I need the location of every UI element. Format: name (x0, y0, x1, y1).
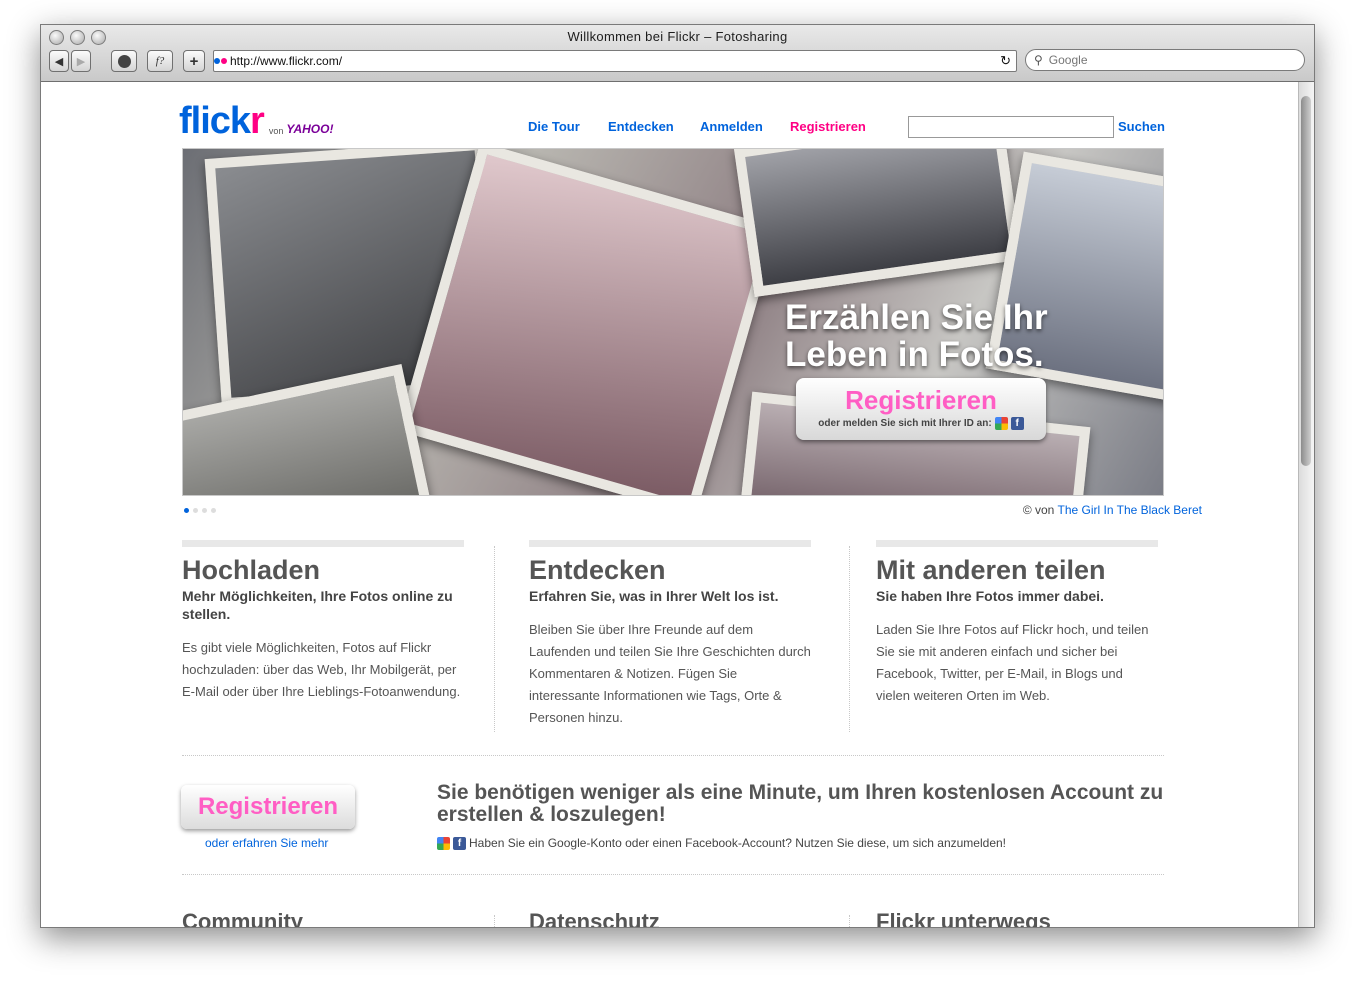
section-community: Community (182, 909, 303, 927)
reload-icon[interactable]: ↻ (1000, 53, 1011, 69)
column-text: Es gibt viele Möglichkeiten, Fotos auf F… (182, 640, 461, 699)
column-divider (849, 915, 850, 927)
nav-explore[interactable]: Entdecken (608, 119, 674, 134)
logo-text-blue: flick (179, 100, 251, 142)
carousel-dot[interactable] (202, 508, 207, 513)
column-title: Entdecken (529, 555, 666, 585)
titlebar: Willkommen bei Flickr – Fotosharing ◀ ▶ … (41, 25, 1314, 82)
feature-upload: Hochladen Mehr Möglichkeiten, Ihre Fotos… (182, 540, 464, 703)
credit-prefix: © von (1022, 503, 1055, 517)
column-title: Mit anderen teilen (876, 555, 1106, 585)
carousel-dot[interactable] (193, 508, 198, 513)
page-content: flick r von YAHOO! Die Tour Entdecken Anm… (41, 82, 1298, 927)
learn-more-link[interactable]: oder erfahren Sie mehr (205, 836, 328, 850)
vertical-scrollbar[interactable] (1298, 82, 1314, 927)
hero-headline: Erzählen Sie Ihr Leben in Fotos. (785, 299, 1048, 373)
photo-credit: © von The Girl In The Black Beret (1023, 503, 1202, 517)
url-field[interactable]: http://www.flickr.com/ ↻ (213, 50, 1017, 72)
url-text: http://www.flickr.com/ (230, 54, 343, 68)
font-icon: f? (155, 55, 165, 67)
back-icon: ◀ (54, 55, 64, 68)
column-divider (849, 546, 850, 732)
column-title: Hochladen (182, 555, 321, 585)
back-button[interactable]: ◀ (49, 50, 69, 72)
hero-banner: Erzählen Sie Ihr Leben in Fotos. Registr… (182, 148, 1164, 496)
forward-icon: ▶ (76, 55, 86, 68)
hero-headline-line2: Leben in Fotos. (785, 335, 1044, 374)
font-button[interactable]: f? (147, 50, 173, 72)
logo-text-pink: r (250, 100, 265, 142)
column-bar (529, 540, 811, 547)
favicon-icon (214, 58, 227, 64)
cta-headline: Sie benötigen weniger als eine Minute, u… (437, 781, 1164, 826)
feature-share: Mit anderen teilen Sie haben Ihre Fotos … (876, 540, 1158, 707)
evernote-button[interactable] (111, 50, 137, 72)
hero-headline-line1: Erzählen Sie Ihr (785, 298, 1048, 337)
forward-button[interactable]: ▶ (71, 50, 91, 72)
nav-tour[interactable]: Die Tour (528, 119, 580, 134)
browser-search-input[interactable] (1046, 52, 1291, 68)
cta-note-text: Haben Sie ein Google-Konto oder einen Fa… (469, 836, 1006, 850)
column-bar (182, 540, 464, 547)
logo-by: von (268, 126, 284, 136)
google-icon[interactable] (994, 417, 1008, 430)
column-divider (494, 915, 495, 927)
column-subtitle: Mehr Möglichkeiten, Ihre Fotos online zu… (182, 588, 453, 622)
feature-explore: Entdecken Erfahren Sie, was in Ihrer Wel… (529, 540, 811, 729)
column-subtitle: Sie haben Ihre Fotos immer dabei. (876, 588, 1104, 604)
column-text: Bleiben Sie über Ihre Freunde auf dem La… (529, 622, 811, 725)
section-divider (182, 755, 1164, 756)
column-subtitle: Erfahren Sie, was in Ihrer Welt los ist. (529, 588, 779, 604)
carousel-dot[interactable] (211, 508, 216, 513)
add-bookmark-button[interactable]: + (183, 50, 205, 72)
nav-sign-in[interactable]: Anmelden (700, 119, 763, 134)
section-divider (182, 874, 1164, 875)
facebook-icon[interactable]: f (453, 836, 466, 850)
hero-signin-text: oder melden Sie sich mit Ihrer ID an: (818, 418, 992, 429)
site-search-input[interactable] (908, 116, 1114, 138)
window-title: Willkommen bei Flickr – Fotosharing (567, 29, 788, 44)
cta-note: f Haben Sie ein Google-Konto oder einen … (437, 836, 1006, 850)
yahoo-logo: YAHOO! (286, 122, 334, 136)
section-mobile: Flickr unterwegs (876, 909, 1051, 927)
hero-register-button[interactable]: Registrieren oder melden Sie sich mit Ih… (796, 378, 1046, 440)
section-privacy: Datenschutz (529, 909, 660, 927)
hero-photo (733, 149, 1023, 298)
elephant-icon (117, 54, 131, 68)
browser-search[interactable]: ⚲ (1025, 49, 1305, 71)
scrollbar-thumb[interactable] (1301, 96, 1311, 466)
facebook-icon[interactable]: f (1010, 417, 1024, 430)
hero-signin-line: oder melden Sie sich mit Ihrer ID an: f (796, 417, 1046, 430)
carousel-dot[interactable] (184, 508, 189, 513)
flickr-logo[interactable]: flick r von YAHOO! (179, 100, 334, 142)
nav-sign-up[interactable]: Registrieren (790, 119, 866, 134)
column-text: Laden Sie Ihre Fotos auf Flickr hoch, un… (876, 622, 1149, 703)
plus-icon: + (189, 52, 199, 70)
magnifier-icon: ⚲ (1034, 53, 1043, 67)
carousel-dots (184, 508, 216, 513)
register-button[interactable]: Registrieren (181, 785, 355, 829)
browser-window: Willkommen bei Flickr – Fotosharing ◀ ▶ … (40, 24, 1315, 928)
credit-link[interactable]: The Girl In The Black Beret (1057, 503, 1202, 517)
column-bar (876, 540, 1158, 547)
site-search-button[interactable]: Suchen (1118, 119, 1165, 134)
hero-register-label: Registrieren (845, 385, 997, 415)
google-icon[interactable] (437, 836, 450, 850)
column-divider (494, 546, 495, 732)
